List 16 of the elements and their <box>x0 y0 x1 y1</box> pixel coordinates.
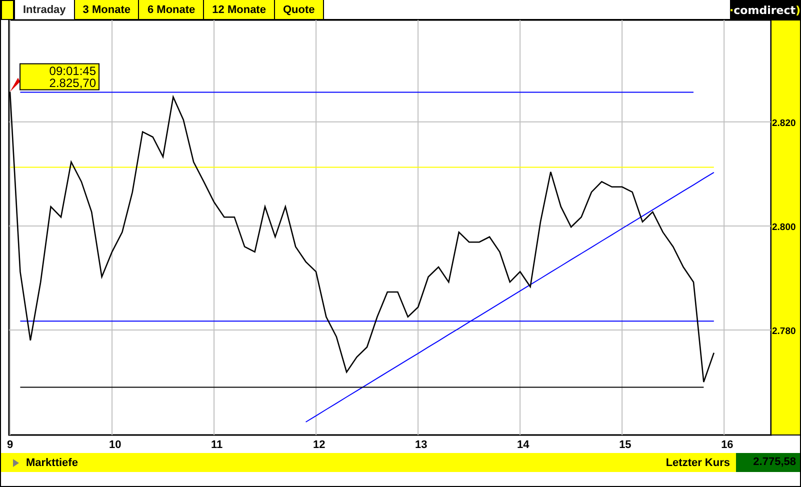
time-axis-label: 14 <box>517 439 530 451</box>
brand-logo: ·comdirect) <box>730 0 800 20</box>
time-axis-label: 9 <box>7 439 14 451</box>
time-axis-label: 10 <box>109 439 122 451</box>
price-axis-label: 2.820 <box>772 118 796 129</box>
price-axis-label: 2.780 <box>772 326 796 337</box>
time-axis-label: 15 <box>619 439 632 451</box>
last-price-label: Letzter Kurs <box>666 456 730 468</box>
time-axis-label: 12 <box>313 439 326 451</box>
tooltip-time: 09:01:45 <box>49 64 96 78</box>
time-axis-label: 11 <box>211 439 223 451</box>
time-axis-label: 13 <box>415 439 428 451</box>
time-axis-label: 16 <box>721 439 734 451</box>
tooltip-price: 2.825,70 <box>49 76 96 90</box>
price-axis-label: 2.800 <box>772 222 796 233</box>
last-price-value: 2.775,58 <box>736 453 800 472</box>
